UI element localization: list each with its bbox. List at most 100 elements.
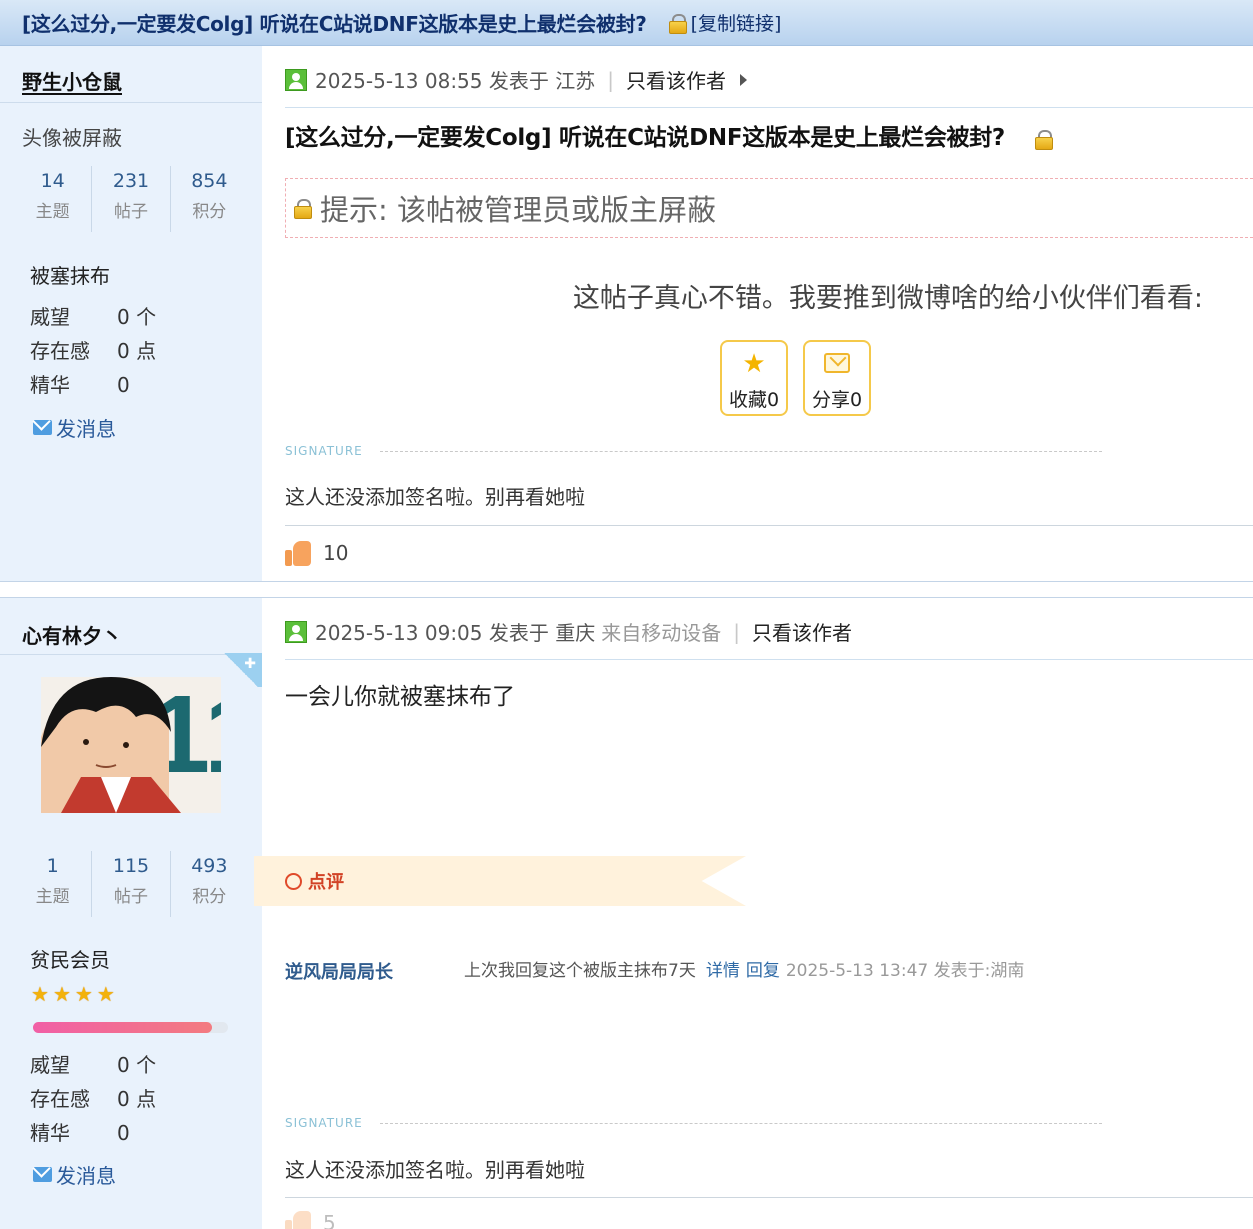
stat-points[interactable]: 493 积分 [171, 851, 248, 917]
info-presence: 存在感 0 点 [30, 1083, 156, 1112]
android-icon: ✚ [244, 656, 256, 672]
author-stats: 1 主题 115 帖子 493 积分 [14, 851, 248, 917]
stat-value: 115 [112, 855, 150, 877]
post-2: 心有林夕丶 ✚ 11 1 主题 115 帖子 [0, 598, 1253, 1229]
share-prompt: 这帖子真心不错。我要推到微博啥的给小伙伴们看看: [572, 283, 1203, 314]
stat-value: 1 [46, 855, 59, 877]
divider [0, 102, 262, 103]
stat-threads[interactable]: 14 主题 [14, 166, 93, 232]
info-value: 0 [117, 373, 130, 397]
stat-threads[interactable]: 1 主题 [14, 851, 93, 917]
author-stats: 14 主题 231 帖子 854 积分 [14, 166, 248, 232]
share-icon [824, 353, 850, 373]
post-content: 2025-5-13 08:55 发表于 江苏 | 只看该作者 [这么过分,一定要… [262, 46, 1253, 581]
info-digest: 精华 0 [30, 369, 130, 398]
star-icon: ★ [742, 349, 766, 379]
divider [285, 525, 1253, 526]
favorite-label: 收藏0 [728, 389, 780, 411]
send-message-link[interactable]: 发消息 [33, 1160, 116, 1189]
level-progress-bar [33, 1022, 228, 1033]
author-name[interactable]: 野生小仓鼠 [22, 66, 122, 95]
info-digest: 精华 0 [30, 1117, 130, 1146]
comment-author[interactable]: 逆风局局局长 [285, 958, 393, 984]
author-name[interactable]: 心有林夕丶 [22, 620, 122, 649]
signature-label: SIGNATURE [285, 1116, 363, 1130]
star-icon: ★ [96, 982, 115, 1006]
author-sidebar: 心有林夕丶 ✚ 11 1 主题 115 帖子 [0, 598, 262, 1229]
stat-points[interactable]: 854 积分 [171, 166, 248, 232]
comment-meta: 2025-5-13 13:47 发表于:湖南 [785, 961, 1025, 981]
lock-icon [668, 13, 687, 34]
user-group[interactable]: 被塞抹布 [30, 260, 110, 289]
like-button[interactable]: 10 [285, 540, 348, 566]
info-prestige: 威望 0 个 [30, 301, 156, 330]
author-sidebar: 野生小仓鼠 头像被屏蔽 14 主题 231 帖子 854 积分 被塞抹布 威望 0… [0, 46, 262, 581]
comment-text: 上次我回复这个被版主抹布7天 [464, 961, 696, 981]
info-key: 存在感 [30, 1087, 90, 1111]
separator: | [607, 67, 614, 92]
share-button[interactable]: 分享0 [803, 340, 871, 416]
comment-reply-link[interactable]: 回复 [746, 956, 780, 981]
thumbs-up-icon [285, 540, 311, 566]
post-header: 2025-5-13 09:05 发表于 重庆 来自移动设备 | 只看该作者 [285, 604, 1253, 660]
comment-detail-link[interactable]: 详情 [706, 956, 740, 981]
stat-label: 帖子 [113, 202, 148, 222]
avatar-image: 11 [41, 677, 221, 813]
device-text: 来自移动设备 [601, 621, 722, 645]
like-button[interactable]: 5 [285, 1210, 336, 1229]
stat-posts[interactable]: 231 帖子 [92, 166, 171, 232]
triangle-right-icon[interactable] [739, 73, 747, 86]
stat-value: 14 [40, 170, 65, 192]
action-buttons: ★ 收藏0 分享0 [720, 340, 871, 416]
stat-value: 854 [191, 170, 228, 192]
info-key: 存在感 [30, 339, 90, 363]
post-1: 野生小仓鼠 头像被屏蔽 14 主题 231 帖子 854 积分 被塞抹布 威望 0… [0, 46, 1253, 581]
comment-header-label: 点评 [308, 872, 344, 893]
stat-value: 231 [112, 170, 150, 192]
stat-value: 493 [191, 855, 228, 877]
stat-label: 积分 [192, 887, 227, 907]
user-group[interactable]: 贫民会员 [30, 944, 110, 973]
info-value: 0 个 [117, 1053, 157, 1077]
post-time: 2025-5-13 09:05 发表于 重庆 [315, 621, 596, 645]
info-key: 精华 [30, 373, 70, 397]
star-icon: ★ [74, 982, 93, 1006]
online-status-icon [285, 68, 307, 91]
stat-label: 主题 [35, 202, 70, 222]
signature-text: 这人还没添加签名啦。别再看她啦 [285, 1158, 585, 1182]
share-label: 分享0 [811, 389, 863, 411]
stat-posts[interactable]: 115 帖子 [92, 851, 171, 917]
copy-link-button[interactable]: [复制链接] [691, 9, 782, 36]
mail-icon [33, 420, 52, 435]
favorite-button[interactable]: ★ 收藏0 [720, 340, 788, 416]
post-time: 2025-5-13 08:55 发表于 江苏 [315, 69, 596, 93]
info-key: 威望 [30, 1053, 70, 1077]
only-author-link[interactable]: 只看该作者 [752, 617, 852, 646]
info-value: 0 点 [117, 1087, 157, 1111]
send-message-link[interactable]: 发消息 [33, 413, 116, 442]
stat-label: 积分 [192, 202, 227, 222]
online-status-icon [285, 620, 307, 643]
mobile-device-badge: ✚ [220, 653, 262, 687]
avatar[interactable]: 11 [41, 677, 221, 813]
comment-body: 上次我回复这个被版主抹布7天 详情 回复 2025-5-13 13:47 发表于… [464, 956, 1024, 981]
stat-label: 主题 [35, 887, 70, 907]
star-icon: ★ [52, 982, 71, 1006]
info-value: 0 个 [117, 305, 157, 329]
info-presence: 存在感 0 点 [30, 335, 156, 364]
level-progress-fill [33, 1022, 213, 1033]
divider [285, 1197, 1253, 1198]
post-title: [这么过分,一定要发Colg] 听说在C站说DNF这版本是史上最烂会被封? [285, 118, 1053, 152]
lock-icon [294, 199, 312, 219]
post-header: 2025-5-13 08:55 发表于 江苏 | 只看该作者 [285, 52, 1253, 108]
thumbs-up-icon [285, 1210, 311, 1229]
send-message-label: 发消息 [56, 1164, 116, 1188]
thread-header-bar: [这么过分,一定要发Colg] 听说在C站说DNF这版本是史上最烂会被封? [复… [0, 0, 1253, 46]
notice-text: 提示: 该帖被管理员或版主屏蔽 [320, 193, 716, 227]
info-value: 0 [117, 1121, 130, 1145]
stat-label: 帖子 [113, 887, 148, 907]
signature-label: SIGNATURE [285, 444, 363, 458]
only-author-link[interactable]: 只看该作者 [626, 65, 726, 94]
thread-title: [这么过分,一定要发Colg] 听说在C站说DNF这版本是史上最烂会被封? [22, 12, 647, 36]
post-title-text: [这么过分,一定要发Colg] 听说在C站说DNF这版本是史上最烂会被封? [285, 125, 1005, 151]
